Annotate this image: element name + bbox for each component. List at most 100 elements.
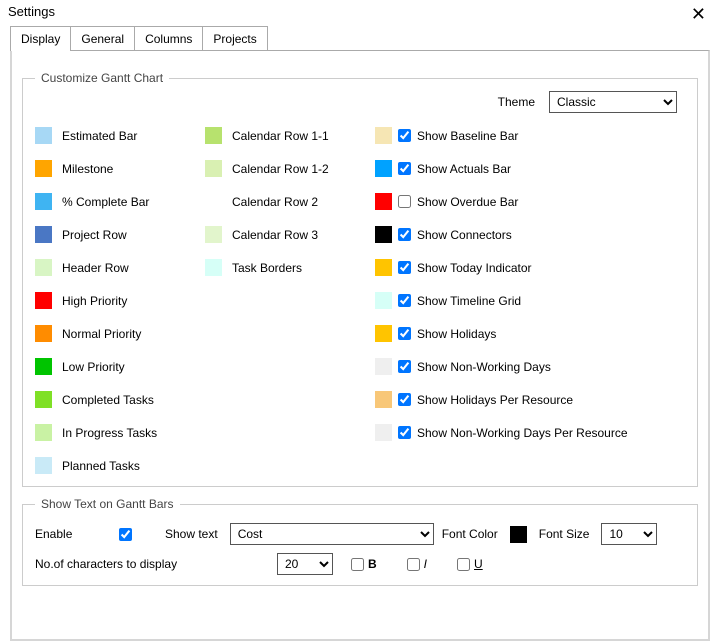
color-item-label: Calendar Row 1-1: [232, 129, 329, 143]
tab-projects[interactable]: Projects: [202, 26, 267, 50]
option-show-holidays-per-resource: Show Holidays Per Resource: [375, 383, 685, 416]
color-item-in-progress-tasks[interactable]: In Progress Tasks: [35, 416, 205, 449]
color-item-label: Calendar Row 3: [232, 228, 318, 242]
option-show-non-working-days: Show Non-Working Days: [375, 350, 685, 383]
show-text-select[interactable]: Cost: [230, 523, 434, 545]
window-title: Settings: [8, 4, 55, 19]
color-swatch: [35, 325, 52, 342]
tabstrip: Display General Columns Projects: [0, 25, 720, 50]
color-swatch[interactable]: [375, 259, 392, 276]
checkbox-show-non-working-days[interactable]: [398, 360, 411, 373]
color-item-planned-tasks[interactable]: Planned Tasks: [35, 449, 205, 482]
checkbox-italic[interactable]: [407, 558, 420, 571]
chars-select[interactable]: 20: [277, 553, 333, 575]
color-item-estimated-bar[interactable]: Estimated Bar: [35, 119, 205, 152]
color-swatch: [35, 193, 52, 210]
color-item-label: Estimated Bar: [62, 129, 137, 143]
color-swatch: [35, 292, 52, 309]
color-swatch: [205, 193, 222, 210]
option-label: Show Baseline Bar: [417, 129, 518, 143]
checkbox-show-timeline-grid[interactable]: [398, 294, 411, 307]
checkbox-bold[interactable]: [351, 558, 364, 571]
show-text-label: Show text: [165, 527, 218, 541]
color-item-calendar-row-1-1[interactable]: Calendar Row 1-1: [205, 119, 375, 152]
tab-columns[interactable]: Columns: [134, 26, 203, 50]
color-swatch[interactable]: [375, 292, 392, 309]
checkbox-show-holidays-per-resource[interactable]: [398, 393, 411, 406]
underline-label: U: [474, 557, 483, 571]
chars-label: No.of characters to display: [35, 557, 265, 571]
checkbox-show-today-indicator[interactable]: [398, 261, 411, 274]
color-item-task-borders[interactable]: Task Borders: [205, 251, 375, 284]
color-item-milestone[interactable]: Milestone: [35, 152, 205, 185]
option-show-today-indicator: Show Today Indicator: [375, 251, 685, 284]
option-show-timeline-grid: Show Timeline Grid: [375, 284, 685, 317]
font-size-select[interactable]: 10: [601, 523, 657, 545]
checkbox-show-non-working-days-per-resource[interactable]: [398, 426, 411, 439]
option-label: Show Non-Working Days: [417, 360, 551, 374]
option-label: Show Connectors: [417, 228, 512, 242]
color-item-label: Header Row: [62, 261, 129, 275]
color-swatch[interactable]: [375, 160, 392, 177]
checkbox-show-overdue-bar[interactable]: [398, 195, 411, 208]
color-item-percent-complete-bar[interactable]: % Complete Bar: [35, 185, 205, 218]
option-label: Show Holidays: [417, 327, 496, 341]
color-item-label: Completed Tasks: [62, 393, 154, 407]
color-swatch: [35, 457, 52, 474]
color-item-calendar-row-3[interactable]: Calendar Row 3: [205, 218, 375, 251]
color-item-completed-tasks[interactable]: Completed Tasks: [35, 383, 205, 416]
color-item-header-row[interactable]: Header Row: [35, 251, 205, 284]
groupbox-legend: Customize Gantt Chart: [35, 71, 169, 85]
checkbox-show-actuals-bar[interactable]: [398, 162, 411, 175]
checkbox-show-baseline-bar[interactable]: [398, 129, 411, 142]
groupbox-legend: Show Text on Gantt Bars: [35, 497, 180, 511]
option-show-non-working-days-per-resource: Show Non-Working Days Per Resource: [375, 416, 685, 449]
color-item-label: Calendar Row 2: [232, 195, 318, 209]
groupbox-show-text-on-gantt-bars: Show Text on Gantt Bars Enable Show text…: [22, 497, 698, 586]
color-swatch: [35, 127, 52, 144]
color-item-label: Calendar Row 1-2: [232, 162, 329, 176]
close-icon[interactable]: ✕: [683, 4, 714, 24]
option-label: Show Holidays Per Resource: [417, 393, 573, 407]
option-label: Show Overdue Bar: [417, 195, 518, 209]
option-label: Show Actuals Bar: [417, 162, 511, 176]
checkbox-show-connectors[interactable]: [398, 228, 411, 241]
option-show-connectors: Show Connectors: [375, 218, 685, 251]
theme-select[interactable]: Classic: [549, 91, 677, 113]
font-color-swatch[interactable]: [510, 526, 527, 543]
checkbox-enable-text[interactable]: [119, 528, 132, 541]
color-swatch[interactable]: [375, 226, 392, 243]
option-label: Show Non-Working Days Per Resource: [417, 426, 628, 440]
color-swatch: [205, 259, 222, 276]
color-item-high-priority[interactable]: High Priority: [35, 284, 205, 317]
enable-label: Enable: [35, 527, 107, 541]
theme-label: Theme: [498, 95, 535, 109]
color-swatch[interactable]: [375, 424, 392, 441]
font-color-label: Font Color: [442, 527, 498, 541]
option-show-holidays: Show Holidays: [375, 317, 685, 350]
color-swatch[interactable]: [375, 193, 392, 210]
color-swatch[interactable]: [375, 358, 392, 375]
tab-display[interactable]: Display: [10, 26, 71, 51]
color-item-label: Low Priority: [62, 360, 125, 374]
color-swatch: [35, 160, 52, 177]
color-swatch: [35, 391, 52, 408]
color-item-label: In Progress Tasks: [62, 426, 157, 440]
color-item-project-row[interactable]: Project Row: [35, 218, 205, 251]
color-swatch[interactable]: [375, 127, 392, 144]
tab-general[interactable]: General: [70, 26, 135, 50]
color-item-label: Planned Tasks: [62, 459, 140, 473]
checkbox-show-holidays[interactable]: [398, 327, 411, 340]
checkbox-underline[interactable]: [457, 558, 470, 571]
color-item-calendar-row-2[interactable]: Calendar Row 2: [205, 185, 375, 218]
color-swatch[interactable]: [375, 325, 392, 342]
color-swatch[interactable]: [375, 391, 392, 408]
color-item-label: Task Borders: [232, 261, 302, 275]
color-swatch: [35, 358, 52, 375]
color-item-low-priority[interactable]: Low Priority: [35, 350, 205, 383]
color-item-label: High Priority: [62, 294, 127, 308]
color-item-label: Normal Priority: [62, 327, 141, 341]
color-item-calendar-row-1-2[interactable]: Calendar Row 1-2: [205, 152, 375, 185]
color-item-normal-priority[interactable]: Normal Priority: [35, 317, 205, 350]
option-show-overdue-bar: Show Overdue Bar: [375, 185, 685, 218]
